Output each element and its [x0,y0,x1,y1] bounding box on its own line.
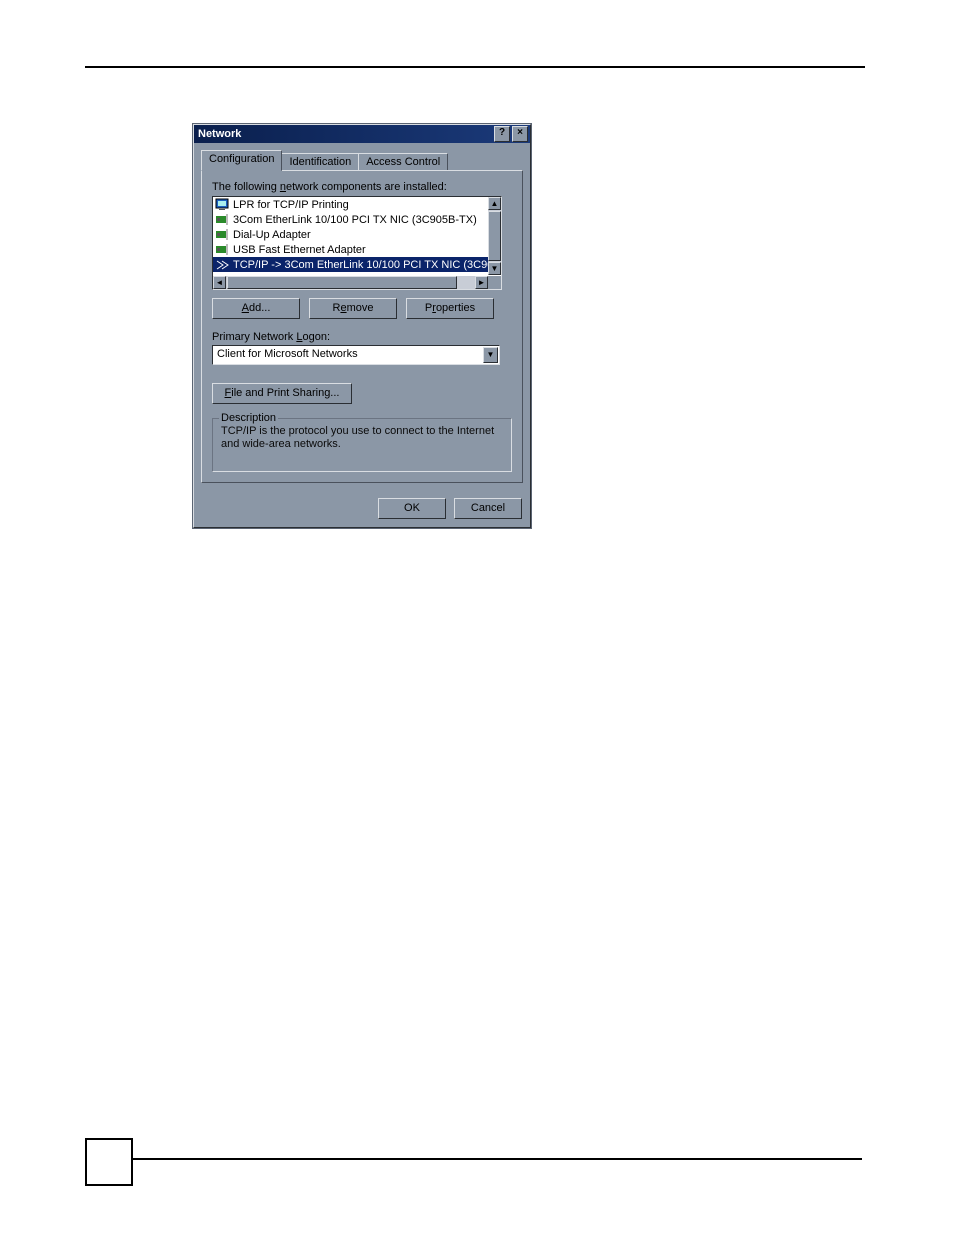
scroll-down-icon[interactable]: ▼ [488,262,501,275]
list-item[interactable]: 3Com EtherLink 10/100 PCI TX NIC (3C905B… [213,212,488,227]
scrollbar-corner [488,276,501,289]
network-dialog: Network ? × Configuration Identification… [193,124,531,528]
protocol-icon [215,258,231,271]
list-item[interactable]: USB Fast Ethernet Adapter [213,242,488,257]
list-item-label: USB Fast Ethernet Adapter [233,244,366,256]
primary-logon-value: Client for Microsoft Networks [213,346,499,362]
list-item-selected[interactable]: TCP/IP -> 3Com EtherLink 10/100 PCI TX N… [213,257,488,272]
close-button[interactable]: × [512,126,528,142]
scroll-left-icon[interactable]: ◄ [213,276,226,289]
chevron-down-icon[interactable]: ▼ [483,347,498,363]
description-title: Description [219,412,278,424]
components-listbox[interactable]: LPR for TCP/IP Printing 3Com EtherLink 1… [212,196,502,290]
tab-access-control[interactable]: Access Control [358,153,448,170]
page-bottom-rule [132,1158,862,1160]
client-icon [215,198,231,211]
page-top-rule [85,66,865,68]
properties-button[interactable]: Properties [406,298,494,319]
list-item-label: TCP/IP -> 3Com EtherLink 10/100 PCI TX N… [233,259,502,271]
adapter-icon [215,243,231,256]
ok-button[interactable]: OK [378,498,446,519]
titlebar[interactable]: Network ? × [194,125,530,143]
scroll-right-icon[interactable]: ► [475,276,488,289]
scrollbar-thumb[interactable] [227,276,457,289]
components-label: The following network components are ins… [212,181,512,193]
list-item-label: 3Com EtherLink 10/100 PCI TX NIC (3C905B… [233,214,477,226]
description-text: TCP/IP is the protocol you use to connec… [221,425,503,451]
tab-configuration[interactable]: Configuration [201,150,282,171]
page-number-box [85,1138,133,1186]
tab-strip: Configuration Identification Access Cont… [201,150,523,170]
adapter-icon [215,228,231,241]
add-button[interactable]: Add... [212,298,300,319]
scroll-up-icon[interactable]: ▲ [488,197,501,210]
scrollbar-thumb[interactable] [488,211,501,261]
remove-button[interactable]: Remove [309,298,397,319]
adapter-icon [215,213,231,226]
vertical-scrollbar[interactable]: ▲ ▼ [488,197,501,275]
list-item[interactable]: Dial-Up Adapter [213,227,488,242]
dialog-title: Network [198,128,493,140]
configuration-panel: The following network components are ins… [201,170,523,483]
primary-logon-combo[interactable]: Client for Microsoft Networks ▼ [212,345,500,365]
tab-identification[interactable]: Identification [281,153,359,170]
list-item-label: LPR for TCP/IP Printing [233,199,349,211]
file-print-sharing-button[interactable]: File and Print Sharing... [212,383,352,404]
primary-logon-label: Primary Network Logon: [212,331,512,343]
list-item[interactable]: LPR for TCP/IP Printing [213,197,488,212]
list-item-label: Dial-Up Adapter [233,229,311,241]
horizontal-scrollbar[interactable]: ◄ ► [213,276,488,289]
help-button[interactable]: ? [494,126,510,142]
cancel-button[interactable]: Cancel [454,498,522,519]
description-groupbox: Description TCP/IP is the protocol you u… [212,418,512,472]
